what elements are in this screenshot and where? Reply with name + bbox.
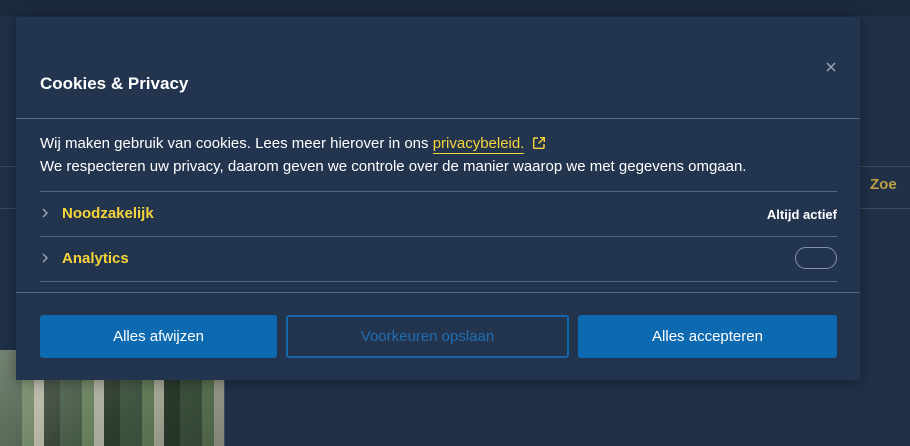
save-preferences-button[interactable]: Voorkeuren opslaan xyxy=(286,315,569,358)
close-button[interactable] xyxy=(822,58,840,76)
chevron-right-icon xyxy=(42,253,48,263)
modal-title: Cookies & Privacy xyxy=(40,74,189,93)
chevron-right-icon xyxy=(42,208,48,218)
footer-divider xyxy=(16,292,860,293)
description-text: Wij maken gebruik van cookies. Lees meer… xyxy=(40,135,433,152)
page-header-bar xyxy=(0,0,910,16)
page-search-label[interactable]: Zoe xyxy=(870,176,897,193)
privacy-policy-link[interactable]: privacybeleid. xyxy=(432,135,525,154)
description-line-1: Wij maken gebruik van cookies. Lees meer… xyxy=(40,135,546,154)
privacy-link-label: privacybeleid. xyxy=(432,135,525,152)
category-divider-3 xyxy=(40,281,837,282)
analytics-toggle[interactable] xyxy=(795,247,837,269)
category-row-analytics[interactable]: Analytics xyxy=(40,237,837,281)
close-icon xyxy=(826,62,836,72)
category-row-noodzakelijk[interactable]: Noodzakelijk Altijd actief xyxy=(40,192,837,236)
always-active-label: Altijd actief xyxy=(766,207,837,222)
description-line-2: We respecteren uw privacy, daarom geven … xyxy=(40,158,747,175)
category-label: Noodzakelijk xyxy=(62,205,154,222)
category-label: Analytics xyxy=(62,250,129,267)
reject-all-button[interactable]: Alles afwijzen xyxy=(40,315,277,358)
external-link-icon[interactable] xyxy=(532,136,546,150)
cookie-consent-modal: Cookies & Privacy Wij maken gebruik van … xyxy=(16,17,860,380)
accept-all-button[interactable]: Alles accepteren xyxy=(578,315,837,358)
header-divider xyxy=(16,118,860,119)
